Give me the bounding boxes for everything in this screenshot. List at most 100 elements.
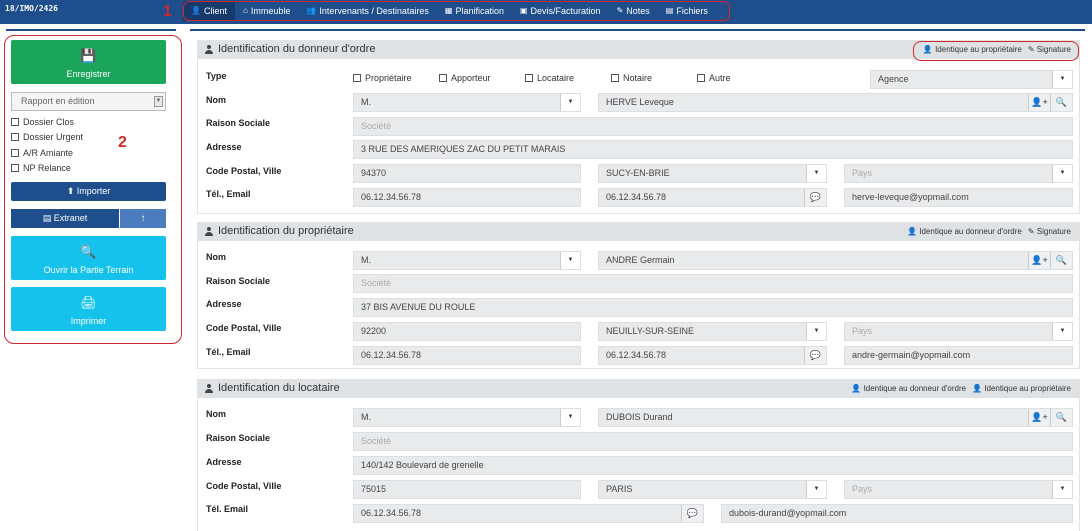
content-divider: [190, 29, 1085, 31]
checkbox-ar-amiante[interactable]: A/R Amiante: [11, 145, 166, 161]
civilite-select[interactable]: M. ▼: [353, 251, 581, 270]
extranet-upload-button[interactable]: ↑: [120, 209, 166, 228]
user-icon: [205, 226, 213, 236]
type-autre[interactable]: Autre: [697, 73, 731, 83]
tel-input[interactable]: 06.12.34.56.78: [353, 346, 581, 365]
annotation-box-1: [183, 1, 730, 21]
proprietaire-title: Identification du propriétaire: [218, 225, 354, 237]
tel-input[interactable]: 06.12.34.56.78: [353, 188, 581, 207]
type-locataire[interactable]: Locataire: [525, 73, 574, 83]
email-input[interactable]: andre-germain@yopmail.com: [844, 346, 1073, 365]
search-icon: 🔍: [80, 244, 97, 259]
same-as-donneur-link[interactable]: 👤 Identique au donneur d'ordre: [851, 384, 966, 393]
nom-label: Nom: [206, 95, 226, 105]
chevron-down-icon: ▼: [560, 94, 580, 111]
ville-select[interactable]: SUCY-EN-BRIE ▼: [598, 164, 827, 183]
chevron-down-icon: ▼: [806, 481, 826, 498]
code-postal-input[interactable]: 92200: [353, 322, 581, 341]
nom-input[interactable]: DUBOIS Durand 👤+ 🔍: [598, 408, 1073, 427]
open-terrain-button[interactable]: 🔍 Ouvrir la Partie Terrain: [11, 236, 166, 280]
raison-sociale-input[interactable]: Société: [353, 274, 1073, 293]
extranet-group: ▤ Extranet ↑: [11, 209, 166, 228]
pays-select[interactable]: Pays ▼: [844, 322, 1073, 341]
annotation-box-3: [913, 41, 1079, 61]
same-as-owner-link[interactable]: 👤 Identique au propriétaire: [972, 384, 1071, 393]
checkbox-icon: [611, 74, 619, 82]
type-notaire[interactable]: Notaire: [611, 73, 652, 83]
civilite-select[interactable]: M. ▼: [353, 93, 581, 112]
pencil-icon: ✎: [1027, 227, 1035, 236]
report-status-select[interactable]: Rapport en édition ▼: [11, 92, 166, 111]
adresse-input[interactable]: 140/142 Boulevard de grenelle: [353, 456, 1073, 475]
email-input[interactable]: herve-leveque@yopmail.com: [844, 188, 1073, 207]
ville-select[interactable]: NEUILLY-SUR-SEINE ▼: [598, 322, 827, 341]
nom-input[interactable]: ANDRE Germain 👤+ 🔍: [598, 251, 1073, 270]
rs-label: Raison Sociale: [206, 276, 271, 286]
case-reference: 18/IMO/2426: [5, 4, 58, 13]
user-icon: [205, 44, 213, 54]
pays-select[interactable]: Pays ▼: [844, 480, 1073, 499]
donneur-section: Identification du donneur d'ordre 👤 Iden…: [197, 40, 1080, 214]
locataire-section: Identification du locataire 👤 Identique …: [197, 379, 1080, 531]
adresse-label: Adresse: [206, 457, 242, 467]
search-icon[interactable]: 🔍: [1050, 409, 1072, 426]
chevron-down-icon: ▼: [1052, 323, 1072, 340]
signature-link[interactable]: ✎ Signature: [1028, 227, 1071, 236]
checkbox-icon: [525, 74, 533, 82]
nom-input[interactable]: HERVE Leveque 👤+ 🔍: [598, 93, 1073, 112]
tel-email-label: Tél., Email: [206, 189, 251, 199]
sidebar: 💾 Enregistrer Rapport en édition ▼ Dossi…: [11, 40, 166, 331]
print-button[interactable]: 🖨 Imprimer: [11, 287, 166, 331]
adresse-input[interactable]: 37 BIS AVENUE DU ROULE: [353, 298, 1073, 317]
agence-select[interactable]: Agence ▼: [870, 70, 1073, 89]
ville-select[interactable]: PARIS ▼: [598, 480, 827, 499]
tel2-input[interactable]: 06.12.34.56.78 💬: [598, 188, 827, 207]
search-icon[interactable]: 🔍: [1050, 94, 1072, 111]
tel-email-label: Tél. Email: [206, 504, 249, 514]
nom-label: Nom: [206, 252, 226, 262]
checkbox-icon: [11, 117, 19, 126]
add-user-icon[interactable]: 👤+: [1028, 409, 1050, 426]
code-postal-input[interactable]: 75015: [353, 480, 581, 499]
checkbox-icon: [11, 133, 19, 142]
adresse-input[interactable]: 3 RUE DES AMERIQUES ZAC DU PETIT MARAIS: [353, 140, 1073, 159]
sms-icon[interactable]: 💬: [681, 505, 703, 522]
arrow-up-icon: ↑: [140, 213, 146, 224]
extranet-button[interactable]: ▤ Extranet: [11, 209, 119, 228]
floppy-icon: 💾: [80, 48, 97, 63]
chevron-down-icon: ▼: [560, 409, 580, 426]
user-icon: 👤: [972, 384, 983, 393]
tel-input[interactable]: 06.12.34.56.78 💬: [353, 504, 704, 523]
adresse-label: Adresse: [206, 299, 242, 309]
checkbox-np-relance[interactable]: NP Relance: [11, 161, 166, 177]
checkbox-dossier-urgent[interactable]: Dossier Urgent: [11, 130, 166, 146]
type-apporteur[interactable]: Apporteur: [439, 73, 491, 83]
printer-icon: 🖨: [80, 295, 97, 310]
type-proprietaire[interactable]: Propriétaire: [353, 73, 412, 83]
tel2-input[interactable]: 06.12.34.56.78 💬: [598, 346, 827, 365]
proprietaire-header: Identification du propriétaire 👤 Identiq…: [198, 223, 1079, 241]
user-icon: 👤: [851, 384, 862, 393]
cp-ville-label: Code Postal, Ville: [206, 166, 282, 176]
donneur-title: Identification du donneur d'ordre: [218, 43, 376, 55]
add-user-icon[interactable]: 👤+: [1028, 94, 1050, 111]
search-icon[interactable]: 🔍: [1050, 252, 1072, 269]
pays-select[interactable]: Pays ▼: [844, 164, 1073, 183]
nom-label: Nom: [206, 409, 226, 419]
email-input[interactable]: dubois-durand@yopmail.com: [721, 504, 1073, 523]
code-postal-input[interactable]: 94370: [353, 164, 581, 183]
rs-label: Raison Sociale: [206, 118, 271, 128]
save-button[interactable]: 💾 Enregistrer: [11, 40, 166, 84]
cp-ville-label: Code Postal, Ville: [206, 481, 282, 491]
raison-sociale-input[interactable]: Société: [353, 432, 1073, 451]
sms-icon[interactable]: 💬: [804, 347, 826, 364]
raison-sociale-input[interactable]: Société: [353, 117, 1073, 136]
import-button[interactable]: ⬆ Importer: [11, 182, 166, 201]
checkbox-dossier-clos[interactable]: Dossier Clos: [11, 114, 166, 130]
checkbox-icon: [353, 74, 361, 82]
civilite-select[interactable]: M. ▼: [353, 408, 581, 427]
add-user-icon[interactable]: 👤+: [1028, 252, 1050, 269]
sms-icon[interactable]: 💬: [804, 189, 826, 206]
same-as-donneur-link[interactable]: 👤 Identique au donneur d'ordre: [907, 227, 1022, 236]
adresse-label: Adresse: [206, 142, 242, 152]
